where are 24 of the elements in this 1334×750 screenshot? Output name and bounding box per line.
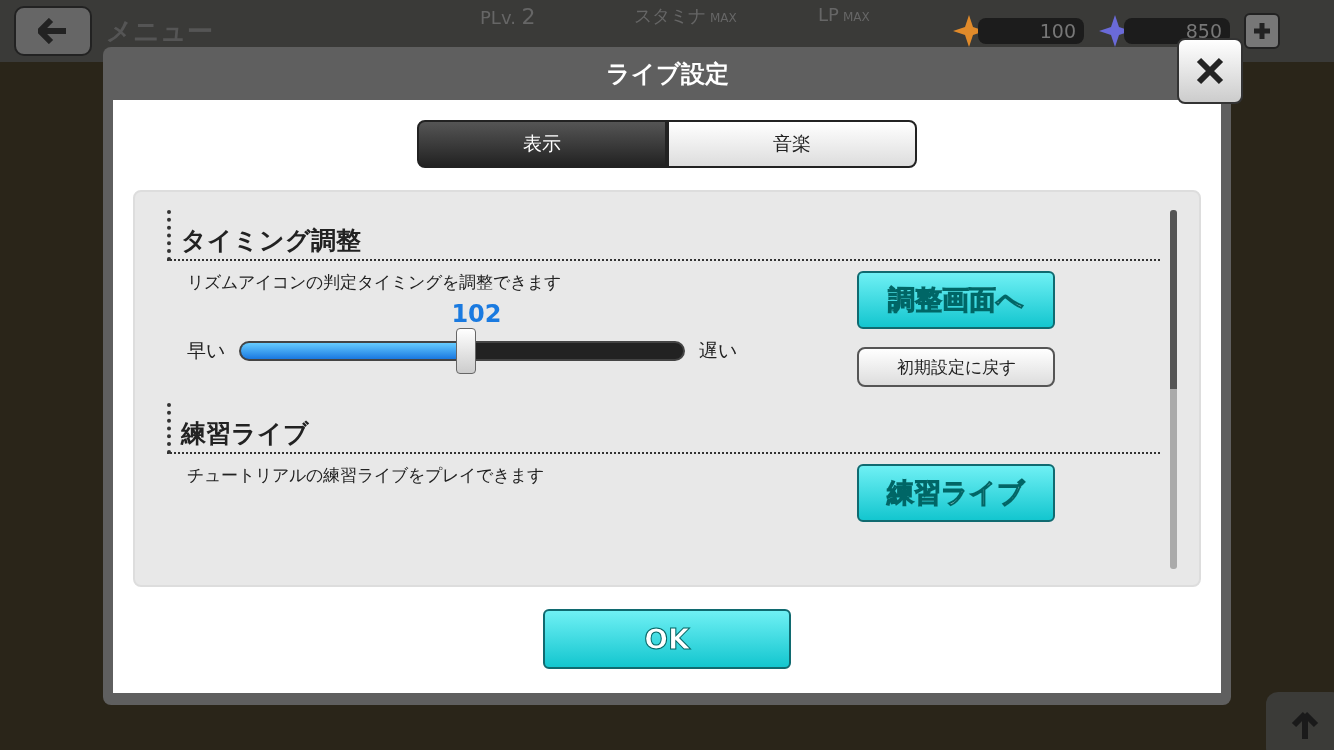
close-button[interactable] xyxy=(1177,38,1243,104)
plus-icon xyxy=(1252,21,1272,41)
action-button[interactable]: 調整画面へ xyxy=(857,271,1055,329)
close-icon xyxy=(1195,56,1225,86)
slider-min-label: 早い xyxy=(187,338,225,363)
currency-amount: 850 xyxy=(1124,18,1230,44)
tab[interactable]: 表示 xyxy=(417,120,667,168)
section-heading: 練習ライブ xyxy=(167,403,1160,454)
section-description: リズムアイコンの判定タイミングを調整できます xyxy=(187,271,561,294)
back-arrow-icon xyxy=(38,18,68,44)
timing-slider[interactable] xyxy=(239,328,685,374)
dialog-title: ライブ設定 xyxy=(605,58,729,90)
slider-max-label: 遅い xyxy=(699,338,737,363)
back-button[interactable] xyxy=(14,6,92,56)
slider-value: 102 xyxy=(451,300,502,328)
tab[interactable]: 音楽 xyxy=(667,120,917,168)
action-button[interactable]: 練習ライブ xyxy=(857,464,1055,522)
add-button[interactable] xyxy=(1244,13,1280,49)
section-heading: タイミング調整 xyxy=(167,210,1160,261)
reset-button[interactable]: 初期設定に戻す xyxy=(857,347,1055,387)
up-arrow-icon xyxy=(1290,711,1320,741)
currency-amount: 100 xyxy=(978,18,1084,44)
section-description: チュートリアルの練習ライブをプレイできます xyxy=(187,464,544,487)
slider-handle[interactable] xyxy=(456,328,477,374)
